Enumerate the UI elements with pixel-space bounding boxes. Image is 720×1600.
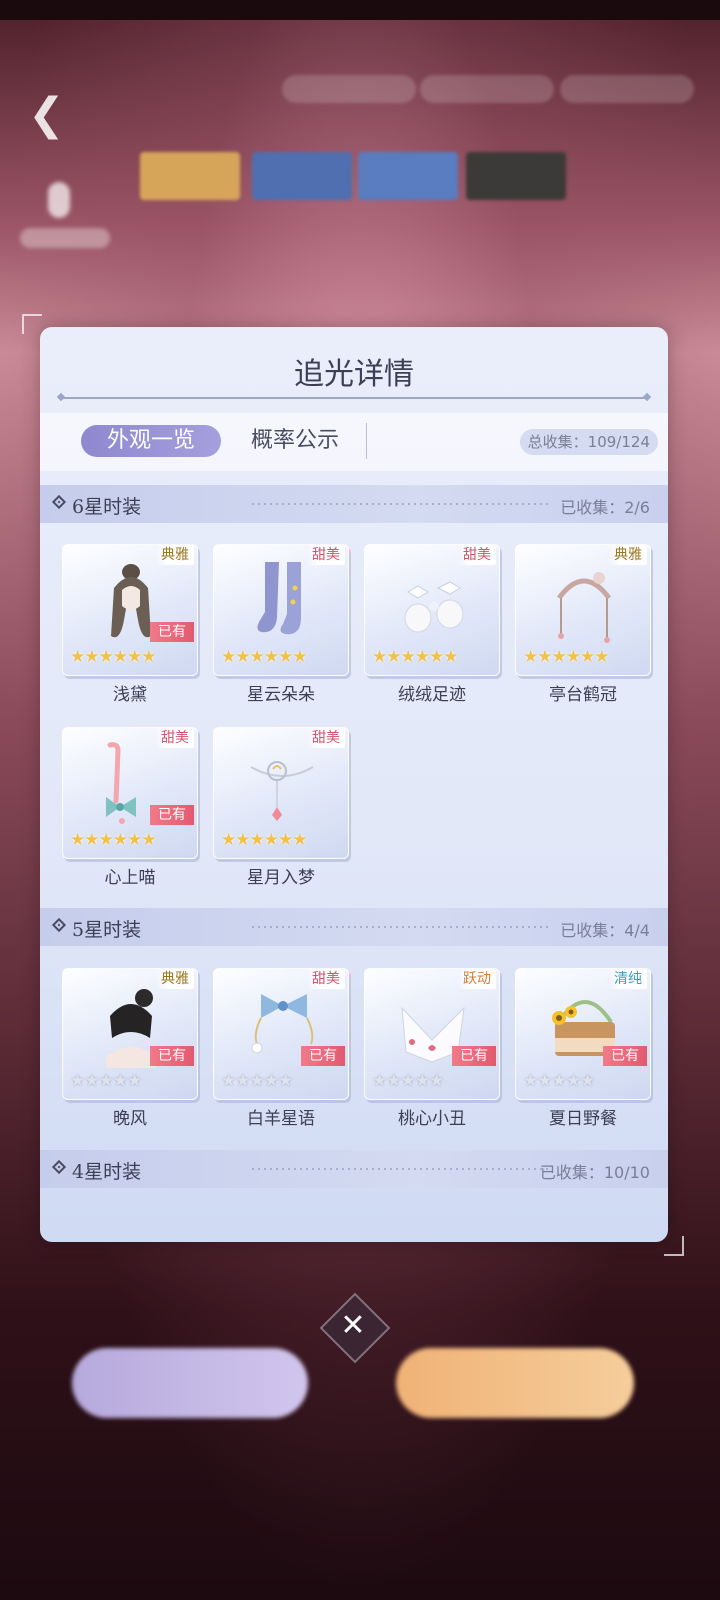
item-name: 心上喵: [104, 868, 156, 888]
frame-corner: [22, 314, 42, 334]
tab-probability[interactable]: 概率公示: [240, 425, 350, 457]
rarity-stars: ★★★★★★: [221, 830, 307, 850]
owned-badge: 已有: [452, 1046, 496, 1066]
tab-bar: 外观一览 概率公示 总收集：109/124: [40, 413, 668, 471]
item-card[interactable]: 典雅 ★★★★★★ 亭台鹤冠: [515, 544, 651, 705]
style-tag: 跃动: [458, 969, 496, 989]
section-collected: 已收集：10/10: [539, 1163, 650, 1182]
item-name: 晚风: [113, 1109, 147, 1129]
style-tag: 典雅: [609, 545, 647, 565]
frame-corner: [664, 1236, 684, 1256]
section-header-5star: 5星时装 已收集：4/4: [40, 908, 668, 946]
style-tag: 典雅: [156, 969, 194, 989]
diamond-icon: [51, 1159, 67, 1175]
style-tag: 甜美: [307, 545, 345, 565]
diamond-icon: [51, 494, 67, 510]
owned-badge: 已有: [150, 1046, 194, 1066]
rarity-stars: ★★★★★★: [221, 647, 307, 667]
item-card[interactable]: 甜美 ★★★★★★ 星云朵朵: [213, 544, 349, 705]
banner-thumb-2: [252, 152, 352, 200]
section-header-6star: 6星时装 已收集：2/6: [40, 485, 668, 523]
rarity-stars: ★★★★★★: [523, 647, 609, 667]
rarity-stars: ★★★★★★: [70, 830, 156, 850]
item-card[interactable]: 甜美 已有 ★★★★★ 白羊星语: [213, 968, 349, 1129]
section-title: 5星时装: [72, 919, 142, 941]
owned-badge: 已有: [603, 1046, 647, 1066]
dotted-divider: [250, 1168, 550, 1170]
owned-badge: 已有: [301, 1046, 345, 1066]
rarity-stars: ★★★★★★: [372, 647, 458, 667]
tab-appearance-overview[interactable]: 外观一览: [81, 425, 221, 457]
section-header-4star[interactable]: 4星时装 已收集：10/10: [40, 1150, 668, 1188]
item-name: 亭台鹤冠: [549, 685, 617, 705]
banner-thumb-1: [140, 152, 240, 200]
owned-badge: 已有: [150, 805, 194, 825]
dotted-divider: [250, 503, 550, 505]
item-card[interactable]: 甜美 ★★★★★★ 绒绒足迹: [364, 544, 500, 705]
style-tag: 典雅: [156, 545, 194, 565]
style-tag: 甜美: [156, 728, 194, 748]
rarity-stars: ★★★★★: [523, 1071, 595, 1091]
close-icon[interactable]: ✕: [330, 1303, 376, 1349]
section-collected: 已收集：2/6: [560, 498, 650, 517]
draw-once-button-blurred: [72, 1348, 308, 1418]
rarity-stars: ★★★★★: [70, 1071, 142, 1091]
banner-thumb-3: [358, 152, 458, 200]
back-arrow-icon: ❮: [28, 89, 65, 140]
dotted-divider: [250, 926, 550, 928]
item-card[interactable]: 甜美 ★★★★★★ 星月入梦: [213, 727, 349, 888]
section-collected: 已收集：4/4: [560, 921, 650, 940]
style-tag: 甜美: [458, 545, 496, 565]
item-card[interactable]: 跃动 已有 ★★★★★ 桃心小丑: [364, 968, 500, 1129]
item-name: 夏日野餐: [549, 1109, 617, 1129]
tab-divider: [366, 423, 367, 459]
currency-gold: [282, 75, 416, 103]
socks-icon: [257, 562, 301, 635]
item-name: 绒绒足迹: [398, 685, 466, 705]
currency-ticket: [560, 75, 694, 103]
title-divider: [62, 397, 646, 399]
detail-panel: 追光详情 外观一览 概率公示 总收集：109/124 6星时装 已收集：2/6 …: [40, 327, 668, 1242]
shoes-icon: [404, 581, 464, 633]
total-collect-badge: 总收集：109/124: [519, 429, 658, 455]
banner-thumb-4: [466, 152, 566, 200]
section-title: 6星时装: [72, 496, 142, 518]
item-card[interactable]: 典雅 已有 ★★★★★★ 浅黛: [62, 544, 198, 705]
item-name: 星云朵朵: [247, 685, 315, 705]
currency-diamond: [420, 75, 554, 103]
style-tag: 甜美: [307, 969, 345, 989]
necklace-icon: [250, 761, 314, 821]
style-tag: 清纯: [609, 969, 647, 989]
status-bar: [0, 0, 720, 20]
item-name: 星月入梦: [247, 868, 315, 888]
avatar: [20, 182, 110, 252]
item-card[interactable]: 清纯 已有 ★★★★★ 夏日野餐: [515, 968, 651, 1129]
item-card[interactable]: 典雅 已有 ★★★★★ 晚风: [62, 968, 198, 1129]
rarity-stars: ★★★★★: [221, 1071, 293, 1091]
style-tag: 甜美: [307, 728, 345, 748]
section-title: 4星时装: [72, 1161, 142, 1183]
rarity-stars: ★★★★★: [372, 1071, 444, 1091]
item-name: 白羊星语: [247, 1109, 315, 1129]
item-card[interactable]: 甜美 已有 ★★★★★★ 心上喵: [62, 727, 198, 888]
panel-title: 追光详情: [294, 357, 414, 392]
owned-badge: 已有: [150, 622, 194, 642]
item-name: 浅黛: [113, 685, 147, 705]
rarity-stars: ★★★★★★: [70, 647, 156, 667]
headdress-icon: [556, 572, 612, 643]
draw-ten-button-blurred: [396, 1348, 634, 1418]
item-name: 桃心小丑: [398, 1109, 466, 1129]
diamond-icon: [51, 917, 67, 933]
